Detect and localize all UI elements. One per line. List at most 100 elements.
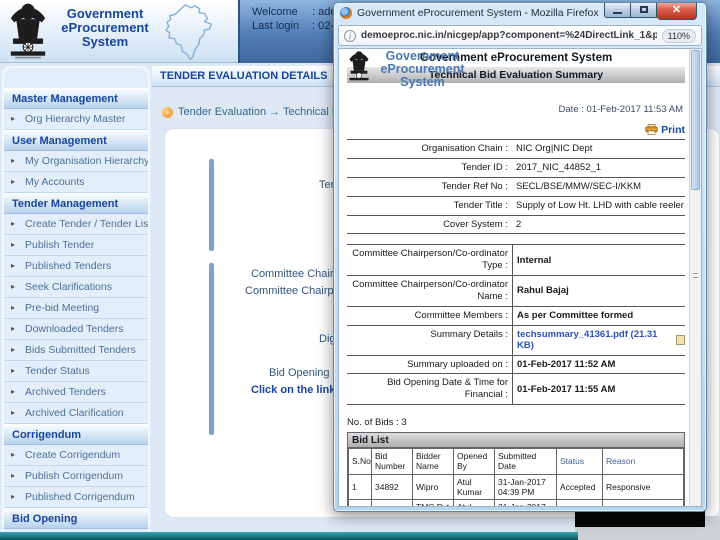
sidebar-section-corrigendum: Corrigendum [4,424,148,445]
popup-brand-logo: Government eProcurement System [347,50,471,89]
col-submitted-date: Submitted Date [494,448,557,475]
bullet-arrow-icon: ▸ [11,219,16,228]
section-accent-bar [209,263,214,435]
sidebar-item-publish-tender[interactable]: ▸ Publish Tender [4,235,148,256]
bullet-arrow-icon: ▸ [11,387,16,396]
minimize-icon [613,12,622,14]
committee-row-members: Committee Members : As per Committee for… [347,306,685,326]
committee-row-summary-details: Summary Details : techsummary_41361.pdf … [347,325,685,356]
summary-date: Date : 01-Feb-2017 11:53 AM [558,104,683,115]
committee-row-name: Committee Chairperson/Co-ordinator Name … [347,276,685,307]
attachment-icon[interactable] [676,335,685,346]
info-icon[interactable]: i [344,29,356,42]
bullet-arrow-icon: ▸ [11,156,16,165]
bullet-arrow-icon: ▸ [11,177,16,186]
bid-list-title: Bid List [348,433,684,449]
sidebar-item-published-corrigendum[interactable]: ▸ Published Corrigendum [4,487,148,508]
print-link[interactable]: Print [347,124,685,136]
maximize-icon [639,6,648,13]
popup-scrollbar[interactable] [689,49,701,506]
summary-pdf-link[interactable]: techsummary_41361.pdf (21.31 KB) [517,329,672,352]
sidebar-section-tender-management: Tender Management [4,193,148,214]
sidebar-item-publish-corrigendum[interactable]: ▸ Publish Corrigendum [4,466,148,487]
bullet-arrow-icon: ▸ [11,261,16,270]
bid-list-box: Bid List S.No Bid Number Bidder Name Ope… [347,432,685,506]
popup-page-content: Government eProcurement System Technical… [338,48,702,507]
col-status: Status [556,448,603,475]
bullet-arrow-icon: ▸ [11,366,16,375]
col-reason: Reason [602,448,684,475]
scrollbar-grip [693,273,698,278]
bullet-arrow-icon: ▸ [11,114,16,123]
committee-row-type: Committee Chairperson/Co-ordinator Type … [347,245,685,277]
section-accent-bar [209,159,214,251]
breadcrumb-bullet-icon: › [162,106,173,118]
zoom-level-badge[interactable]: 110% [661,28,696,43]
bullet-arrow-icon: ▸ [11,303,16,312]
india-map-outline [165,4,213,60]
last-login-label: Last login [252,20,300,32]
bullet-arrow-icon: ▸ [11,492,16,501]
sidebar-item-my-accounts[interactable]: ▸ My Accounts [4,172,148,193]
bullet-arrow-icon: ▸ [11,240,16,249]
window-title: Government eProcurement System - Mozilla… [357,7,599,19]
sidebar-item-org-hierarchy-master[interactable]: ▸ Org Hierarchy Master [4,109,148,130]
col-opened-by: Opened By [453,448,495,475]
bullet-arrow-icon: ▸ [11,450,16,459]
bullet-arrow-icon: ▸ [11,324,16,333]
bid-row-2: 2 34895 TMC Pvt Ltd Atul Kumar 31-Jan-20… [348,498,684,506]
popup-brand-title: Government eProcurement System [380,49,465,89]
national-emblem-logo [10,3,46,59]
bullet-arrow-icon: ▸ [11,471,16,480]
scrollbar-thumb[interactable] [691,50,700,190]
detail-row-tender-id: Tender ID : 2017_NIC_44852_1 [347,159,685,178]
detail-row-tender-title: Tender Title : Supply of Low Ht. LHD wit… [347,197,685,216]
firefox-popup-window: Government eProcurement System - Mozilla… [333,2,707,512]
url-text[interactable]: demoeproc.nic.in/nicgep/app?component=%2… [361,30,657,41]
sidebar-item-published-tenders[interactable]: ▸ Published Tenders [4,256,148,277]
printer-icon [645,124,658,135]
sidebar-item-archived-clarification[interactable]: ▸ Archived Clarification [4,403,148,424]
tender-details-table: Organisation Chain : NIC Org|NIC Dept Te… [347,139,685,235]
bid-count-line: No. of Bids : 3 [347,417,407,429]
sidebar-item-my-organisation-hierarchy[interactable]: ▸ My Organisation Hierarchy [4,151,148,172]
sidebar-item-tender-status[interactable]: ▸ Tender Status [4,361,148,382]
col-bid-number: Bid Number [371,448,413,475]
detail-row-cover-system: Cover System : 2 [347,216,685,235]
welcome-label: Welcome [252,6,298,18]
bullet-arrow-icon: ▸ [11,345,16,354]
sidebar-section-master-management: Master Management [4,88,148,109]
col-sno: S.No [348,448,372,475]
detail-row-tender-ref-no: Tender Ref No : SECL/BSE/MMW/SEC-I/KKM [347,178,685,197]
close-button[interactable]: ✕ [657,3,697,20]
bullet-arrow-icon: ▸ [11,282,16,291]
committee-row-bid-opening-financial: Bid Opening Date & Time for Financial : … [347,374,685,406]
bullet-arrow-icon: ▸ [11,408,16,417]
detail-row-organisation-chain: Organisation Chain : NIC Org|NIC Dept [347,140,685,159]
bottom-teal-bar [0,532,578,540]
app-brand-title: Government eProcurement System [61,6,149,50]
sidebar-nav: Master Management ▸ Org Hierarchy Master … [2,66,150,540]
maximize-button[interactable] [631,3,657,18]
window-controls: ✕ [604,3,697,20]
desktop-black-bar [575,511,705,527]
committee-row-summary-uploaded: Summary uploaded on : 01-Feb-2017 11:52 … [347,355,685,375]
national-emblem-icon [349,51,369,81]
sidebar-item-archived-tenders[interactable]: ▸ Archived Tenders [4,382,148,403]
sidebar-item-bids-submitted-tenders[interactable]: ▸ Bids Submitted Tenders [4,340,148,361]
sidebar-item-create-corrigendum[interactable]: ▸ Create Corrigendum [4,445,148,466]
sidebar-section-bid-opening: Bid Opening [4,508,148,529]
sidebar-section-user-management: User Management [4,130,148,151]
col-bidder-name: Bidder Name [412,448,454,475]
sidebar-item-pre-bid-meeting[interactable]: ▸ Pre-bid Meeting [4,298,148,319]
minimize-button[interactable] [604,3,631,18]
close-icon: ✕ [671,4,682,16]
committee-details-table: Committee Chairperson/Co-ordinator Type … [347,244,685,406]
sidebar-item-create-tender[interactable]: ▸ Create Tender / Tender List [4,214,148,235]
sidebar-item-downloaded-tenders[interactable]: ▸ Downloaded Tenders [4,319,148,340]
sidebar-item-seek-clarifications[interactable]: ▸ Seek Clarifications [4,277,148,298]
bid-list-table: S.No Bid Number Bidder Name Opened By Su… [348,448,684,506]
address-bar[interactable]: i demoeproc.nic.in/nicgep/app?component=… [338,25,702,46]
bid-row-1: 1 34892 Wipro Atul Kumar 31-Jan-2017 04:… [348,473,684,500]
summary-header: Government eProcurement System Technical… [347,50,685,115]
